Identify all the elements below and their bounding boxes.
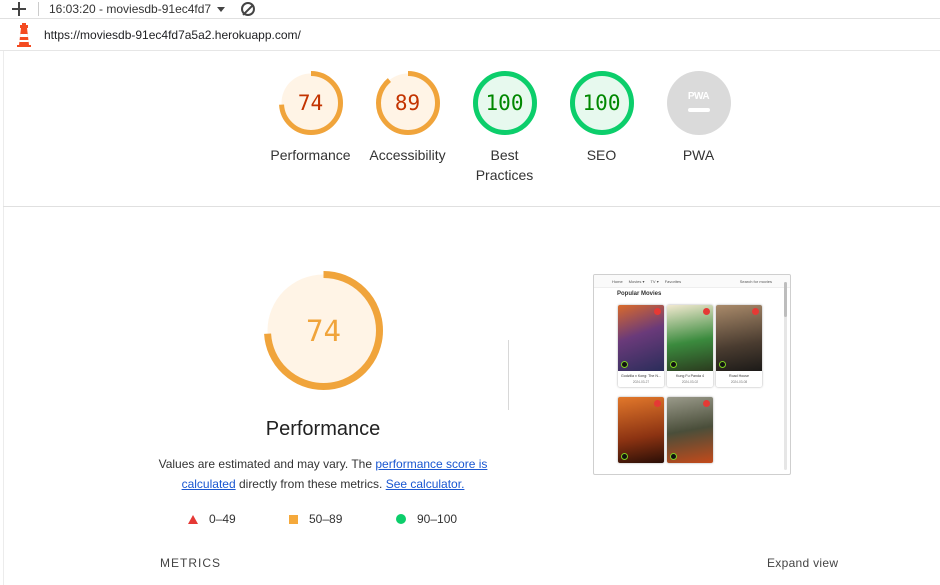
heart-icon <box>703 400 710 407</box>
gauge-label: Accessibility <box>369 147 446 163</box>
gauge-ring: 100 <box>472 70 538 136</box>
rating-icon <box>670 361 677 368</box>
gauge-ring: 89 <box>375 70 441 136</box>
panel-edge <box>3 51 4 585</box>
thumb-heading: Popular Movies <box>617 291 662 297</box>
thumb-card-title: Road House <box>729 374 749 378</box>
gauge-best-practices[interactable]: 100 Best Practices <box>456 70 553 185</box>
devtools-toolbar: 16:03:20 - moviesdb-91ec4fd7 <box>0 0 940 19</box>
gauge-score: 100 <box>485 91 524 115</box>
gauge-label: SEO <box>586 147 617 163</box>
category-gauges: 74 Performance 89 Accessibility 100 Best… <box>262 70 747 185</box>
lighthouse-logo-icon <box>17 23 31 47</box>
pass-circle-icon <box>396 514 406 524</box>
thumb-nav-item: Movies ▾ <box>628 278 645 284</box>
gauge-ring: 100 <box>569 70 635 136</box>
pwa-badge-text: PWA <box>687 90 710 102</box>
thumb-movie-card: Godzilla x Kong: The N... 2024-03-27 <box>618 305 664 387</box>
gauge-pwa[interactable]: PWA PWA <box>650 70 747 185</box>
section-divider <box>3 206 940 207</box>
thumb-nav-item: Home <box>612 278 623 284</box>
legend-fail: 0–49 <box>188 512 236 526</box>
performance-description: Values are estimated and may vary. The p… <box>150 455 496 494</box>
fail-triangle-icon <box>188 514 198 524</box>
thumb-nav-item: TV ▾ <box>650 278 659 284</box>
pwa-icon: PWA <box>666 70 732 136</box>
gauge-label: Performance <box>270 147 351 163</box>
vertical-divider <box>508 340 509 410</box>
gauge-score: 74 <box>297 91 324 115</box>
gauge-score: 100 <box>582 91 621 115</box>
legend-pass: 90–100 <box>396 512 457 526</box>
thumb-scrollbar <box>784 282 787 470</box>
thumb-movie-card: Road House 2024-03-08 <box>716 305 762 387</box>
gauge-ring: PWA <box>666 70 732 136</box>
final-screenshot-thumbnail[interactable]: Home Movies ▾ TV ▾ Favorites Search for … <box>593 274 791 475</box>
gauge-label: Best Practices <box>475 147 534 183</box>
legend-average: 50–89 <box>289 512 342 526</box>
rating-icon <box>719 361 726 368</box>
thumb-movie-card <box>667 397 713 463</box>
performance-title: Performance <box>265 418 381 440</box>
desc-text-2: directly from these metrics. <box>235 476 386 491</box>
thumb-card-date: 2024-03-08 <box>730 380 748 384</box>
gauge-label: PWA <box>682 147 715 163</box>
gauge-score: 89 <box>394 91 421 115</box>
thumb-poster <box>716 305 762 371</box>
thumb-nav-item: Favorites <box>664 278 682 284</box>
thumb-search: Search for movies <box>739 278 772 284</box>
heart-icon <box>703 308 710 315</box>
caret-down-icon <box>217 6 226 12</box>
rating-icon <box>621 453 628 460</box>
clear-icon[interactable] <box>241 2 256 16</box>
legend-range: 90–100 <box>417 512 458 526</box>
heart-icon <box>654 400 661 407</box>
add-icon[interactable] <box>12 2 26 16</box>
thumb-movie-card <box>618 397 664 463</box>
gauge-performance[interactable]: 74 Performance <box>262 70 359 185</box>
thumb-card-title: Kung Fu Panda 4 <box>676 374 704 378</box>
gauge-ring: 74 <box>278 70 344 136</box>
rating-icon <box>621 361 628 368</box>
heart-icon <box>654 308 661 315</box>
legend-range: 50–89 <box>309 512 343 526</box>
report-selector-label: 16:03:20 - moviesdb-91ec4fd7 <box>49 2 212 16</box>
thumb-movie-card: Kung Fu Panda 4 2024-03-02 <box>667 305 713 387</box>
report-url: https://moviesdb-91ec4fd7a5a2.herokuapp.… <box>44 28 301 42</box>
thumb-poster <box>667 397 713 463</box>
heart-icon <box>752 308 759 315</box>
gauge-accessibility[interactable]: 89 Accessibility <box>359 70 456 185</box>
pwa-dash-icon <box>687 107 710 112</box>
thumb-card-date: 2024-03-02 <box>681 380 699 384</box>
thumb-poster <box>618 305 664 371</box>
toolbar-divider <box>38 2 39 16</box>
thumb-poster <box>618 397 664 463</box>
thumb-poster <box>667 305 713 371</box>
thumb-navbar: Home Movies ▾ TV ▾ Favorites Search for … <box>594 275 790 288</box>
performance-score: 74 <box>306 313 341 348</box>
desc-text-1: Values are estimated and may vary. The <box>158 457 376 471</box>
metrics-heading: METRICS <box>160 556 221 570</box>
gauge-seo[interactable]: 100 SEO <box>553 70 650 185</box>
thumb-card-title: Godzilla x Kong: The N... <box>621 374 661 378</box>
report-url-bar: https://moviesdb-91ec4fd7a5a2.herokuapp.… <box>0 20 940 51</box>
see-calculator-link[interactable]: See calculator. <box>386 477 465 491</box>
rating-icon <box>670 453 677 460</box>
average-square-icon <box>289 514 298 524</box>
expand-view-toggle[interactable]: Expand view <box>767 556 838 570</box>
report-selector[interactable]: 16:03:20 - moviesdb-91ec4fd7 <box>49 2 226 16</box>
thumb-card-date: 2024-03-27 <box>632 380 650 384</box>
legend-range: 0–49 <box>209 512 236 526</box>
